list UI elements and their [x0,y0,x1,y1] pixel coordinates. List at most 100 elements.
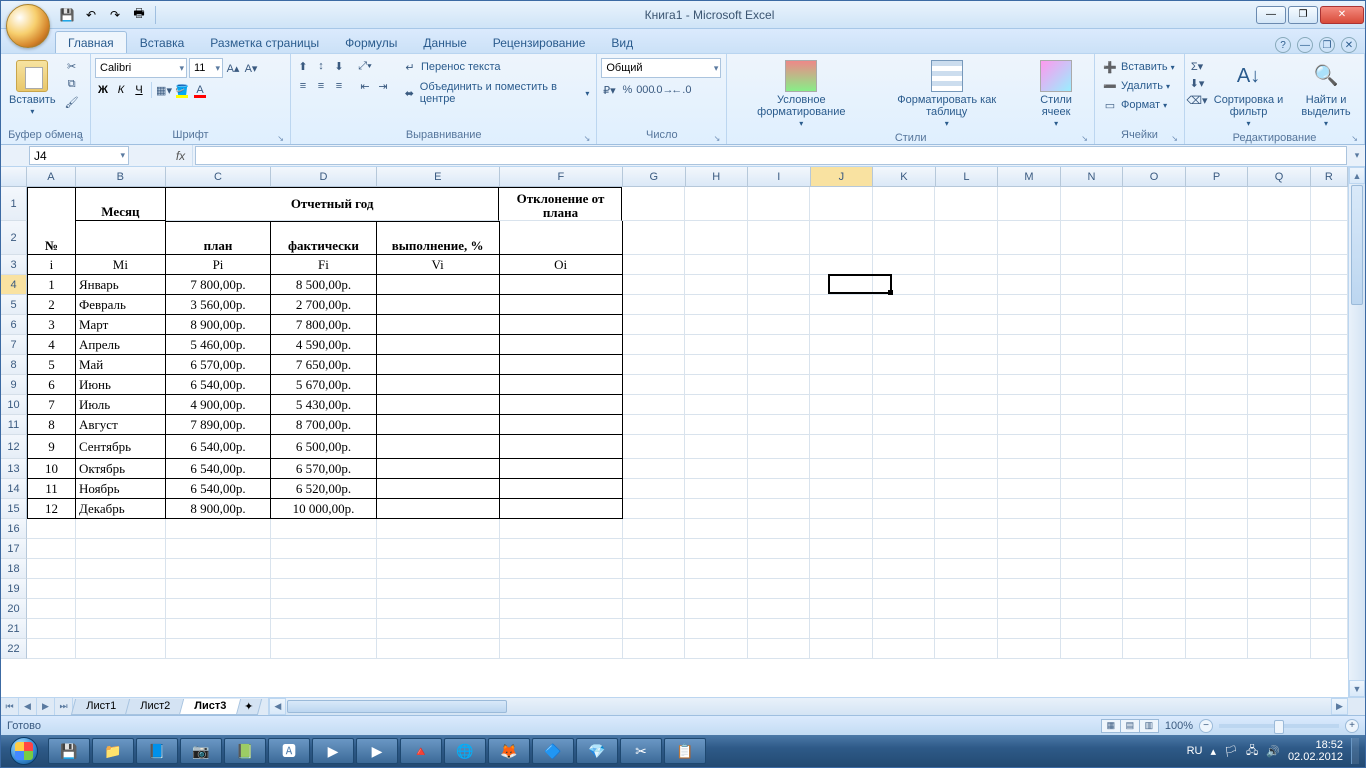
delete-cells-button[interactable]: ➖Удалить▾ [1099,77,1173,95]
cell-I18[interactable] [748,559,811,579]
cell-C4[interactable]: 7 800,00р. [166,275,271,295]
cell-F16[interactable] [500,519,623,539]
cell-N2[interactable] [1061,221,1124,255]
cell-M21[interactable] [998,619,1061,639]
tray-clock[interactable]: 18:52 02.02.2012 [1288,739,1343,763]
cell-F7[interactable] [500,335,623,355]
row-header-18[interactable]: 18 [1,559,27,579]
cell-M14[interactable] [998,479,1061,499]
tray-network-icon[interactable]: 🖧 [1246,742,1258,761]
cell-L12[interactable] [935,435,998,459]
cell-G11[interactable] [623,415,686,435]
cell-D20[interactable] [271,599,376,619]
view-normal-button[interactable]: ▦ [1101,719,1121,733]
qat-print-button[interactable]: 🖶 [129,5,149,25]
ribbon-tab-Вид[interactable]: Вид [598,31,646,53]
window-minimize-button[interactable]: — [1256,6,1286,24]
cell-J2[interactable] [810,221,873,255]
cell-M16[interactable] [998,519,1061,539]
cell-G7[interactable] [623,335,686,355]
cell-K1[interactable] [873,187,936,221]
cell-K10[interactable] [873,395,936,415]
cell-C7[interactable]: 5 460,00р. [166,335,271,355]
cell-B12[interactable]: Сентябрь [76,435,166,459]
row-header-6[interactable]: 6 [1,315,27,335]
paste-button[interactable]: Вставить ▾ [5,58,60,120]
cell-G16[interactable] [623,519,686,539]
cell-M6[interactable] [998,315,1061,335]
cell-N11[interactable] [1061,415,1124,435]
cell-K13[interactable] [873,459,936,479]
insert-cells-button[interactable]: ➕Вставить▾ [1099,58,1178,76]
cell-R21[interactable] [1311,619,1348,639]
sheet-nav-prev-button[interactable]: ◀ [19,698,37,715]
cell-O9[interactable] [1123,375,1186,395]
zoom-out-button[interactable]: − [1199,719,1213,733]
cell-F13[interactable] [500,459,623,479]
cell-M12[interactable] [998,435,1061,459]
cell-H11[interactable] [685,415,748,435]
cell-L22[interactable] [935,639,998,659]
cell-K16[interactable] [873,519,936,539]
cell-B8[interactable]: Май [76,355,166,375]
cell-Q22[interactable] [1248,639,1311,659]
column-header-C[interactable]: C [166,167,272,187]
cell-L13[interactable] [935,459,998,479]
cell-B6[interactable]: Март [76,315,166,335]
vertical-scrollbar[interactable]: ▲ ▼ [1348,167,1365,697]
align-bottom-button[interactable]: ⬇ [331,58,347,74]
cell-H15[interactable] [685,499,748,519]
row-header-4[interactable]: 4 [1,275,27,295]
cell-R9[interactable] [1311,375,1348,395]
row-header-11[interactable]: 11 [1,415,27,435]
conditional-formatting-button[interactable]: Условное форматирование▾ [731,58,871,132]
cell-J21[interactable] [810,619,873,639]
scroll-right-button[interactable]: ▶ [1331,698,1348,715]
cell-K5[interactable] [873,295,936,315]
row-header-10[interactable]: 10 [1,395,27,415]
ribbon-tab-Главная[interactable]: Главная [55,31,127,53]
bold-button[interactable]: Ж [95,82,111,98]
copy-button[interactable]: ⧉ [64,76,80,92]
cell-I6[interactable] [748,315,811,335]
cell-A17[interactable] [27,539,76,559]
cell-O4[interactable] [1123,275,1186,295]
cell-O22[interactable] [1123,639,1186,659]
cell-O12[interactable] [1123,435,1186,459]
cell-Q14[interactable] [1248,479,1311,499]
horizontal-scroll-thumb[interactable] [287,700,507,713]
cell-H5[interactable] [685,295,748,315]
cell-P6[interactable] [1186,315,1249,335]
cell-D4[interactable]: 8 500,00р. [271,275,376,295]
cell-M2[interactable] [998,221,1061,255]
cell-Q18[interactable] [1248,559,1311,579]
qat-undo-button[interactable]: ↶ [81,5,101,25]
cell-B13[interactable]: Октябрь [76,459,166,479]
taskbar-item-10[interactable]: 🦊 [488,738,530,764]
cell-C21[interactable] [166,619,271,639]
cell-R19[interactable] [1311,579,1348,599]
cell-R13[interactable] [1311,459,1348,479]
taskbar-item-13[interactable]: ✂ [620,738,662,764]
cell-D16[interactable] [271,519,376,539]
row-header-14[interactable]: 14 [1,479,27,499]
cell-C11[interactable]: 7 890,00р. [166,415,271,435]
sheet-tab-Лист3[interactable]: Лист3 [179,699,241,715]
cell-H7[interactable] [685,335,748,355]
cell-Q9[interactable] [1248,375,1311,395]
cell-F18[interactable] [500,559,623,579]
cell-B3[interactable]: Mi [76,255,166,275]
cell-K22[interactable] [873,639,936,659]
cell-H9[interactable] [685,375,748,395]
cell-B17[interactable] [76,539,166,559]
cell-D13[interactable]: 6 570,00р. [271,459,376,479]
cell-B16[interactable] [76,519,166,539]
cell-N12[interactable] [1061,435,1124,459]
cell-N7[interactable] [1061,335,1124,355]
cell-C20[interactable] [166,599,271,619]
cell-L15[interactable] [935,499,998,519]
cell-D14[interactable]: 6 520,00р. [271,479,376,499]
cell-Q16[interactable] [1248,519,1311,539]
row-header-20[interactable]: 20 [1,599,27,619]
cell-B2[interactable] [76,221,166,255]
